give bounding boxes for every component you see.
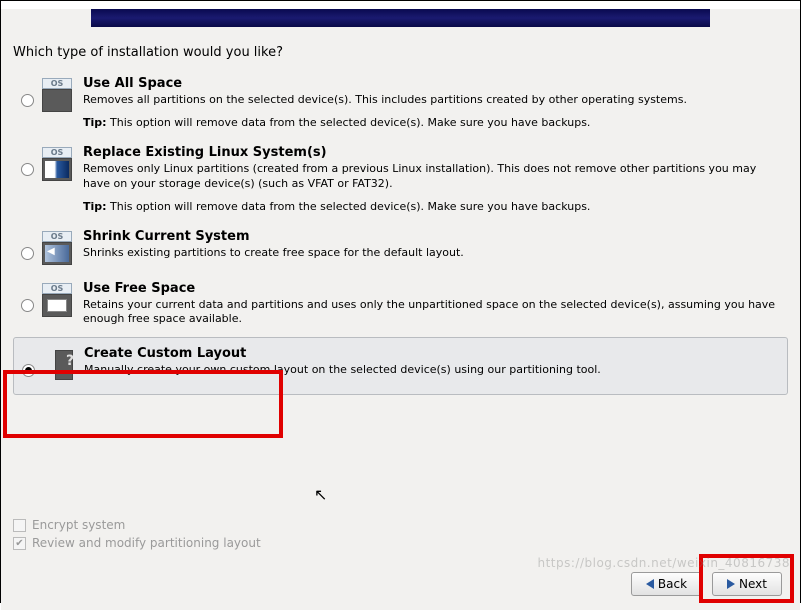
watermark-text: https://blog.csdn.net/weixin_40816738	[537, 556, 790, 570]
checkbox-icon	[13, 519, 26, 532]
option-desc: Removes only Linux partitions (created f…	[83, 162, 784, 192]
option-use-all-space[interactable]: OS Use All Space Removes all partitions …	[13, 70, 788, 139]
option-shrink[interactable]: OS Shrink Current System Shrinks existin…	[13, 223, 788, 275]
installation-question: Which type of installation would you lik…	[13, 45, 800, 60]
disk-icon: OS	[42, 283, 72, 317]
disk-icon: OS	[42, 78, 72, 112]
disk-icon: OS	[42, 231, 72, 265]
checkbox-label: Encrypt system	[32, 518, 125, 532]
header-banner	[91, 9, 710, 27]
checkbox-icon: ✔	[13, 537, 26, 550]
next-button[interactable]: Next	[712, 572, 782, 596]
encrypt-system-checkbox[interactable]: Encrypt system	[13, 518, 261, 532]
review-partitioning-checkbox[interactable]: ✔ Review and modify partitioning layout	[13, 536, 261, 550]
arrow-left-icon	[646, 579, 654, 589]
radio-free-space[interactable]	[21, 299, 34, 312]
option-title: Replace Existing Linux System(s)	[83, 145, 784, 160]
disk-icon	[43, 348, 73, 382]
option-replace-linux[interactable]: OS Replace Existing Linux System(s) Remo…	[13, 139, 788, 223]
option-tip: Tip: This option will remove data from t…	[83, 116, 784, 129]
radio-custom-layout[interactable]	[22, 364, 35, 377]
option-free-space[interactable]: OS Use Free Space Retains your current d…	[13, 275, 788, 338]
option-custom-layout[interactable]: Create Custom Layout Manually create you…	[13, 337, 788, 395]
option-desc: Removes all partitions on the selected d…	[83, 93, 784, 108]
option-title: Use Free Space	[83, 281, 784, 296]
disk-icon: OS	[42, 147, 72, 181]
option-tip: Tip: This option will remove data from t…	[83, 200, 784, 213]
option-title: Use All Space	[83, 76, 784, 91]
back-button[interactable]: Back	[631, 572, 702, 596]
option-title: Create Custom Layout	[84, 346, 783, 361]
radio-replace-linux[interactable]	[21, 163, 34, 176]
option-desc: Shrinks existing partitions to create fr…	[83, 246, 784, 261]
cursor-icon: ↖	[314, 485, 327, 504]
radio-use-all-space[interactable]	[21, 94, 34, 107]
radio-shrink[interactable]	[21, 247, 34, 260]
button-label: Next	[739, 577, 767, 591]
arrow-right-icon	[727, 579, 735, 589]
checkbox-label: Review and modify partitioning layout	[32, 536, 261, 550]
option-title: Shrink Current System	[83, 229, 784, 244]
install-type-options: OS Use All Space Removes all partitions …	[1, 70, 800, 395]
option-desc: Manually create your own custom layout o…	[84, 363, 783, 378]
button-label: Back	[658, 577, 687, 591]
option-desc: Retains your current data and partitions…	[83, 298, 784, 328]
